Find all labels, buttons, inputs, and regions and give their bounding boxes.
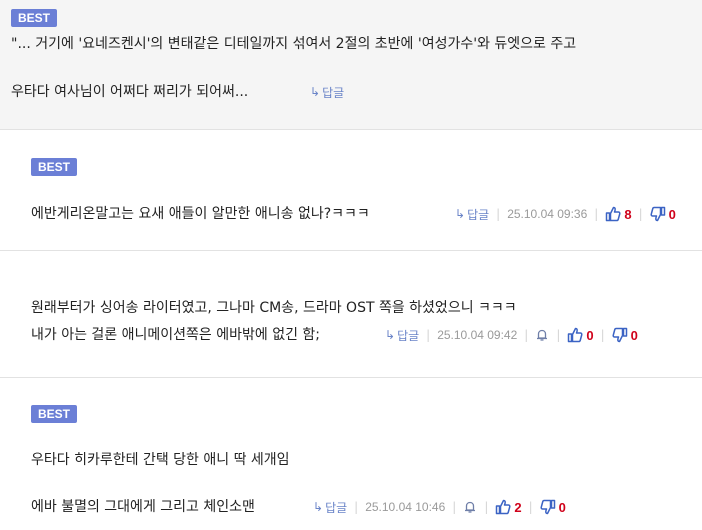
reply-button[interactable]: ↳ 답글 xyxy=(455,206,489,223)
thumbs-up-icon xyxy=(495,499,511,515)
comment-text: 에바 불멸의 그대에게 그리고 체인소맨 xyxy=(31,499,255,515)
bell-icon[interactable] xyxy=(463,500,477,514)
upvote-button[interactable]: 8 xyxy=(605,206,632,222)
separator: | xyxy=(528,500,533,514)
downvote-button[interactable]: 0 xyxy=(612,327,638,343)
reply-button[interactable]: ↳ 답글 xyxy=(313,499,347,516)
comment-text: "... 거기에 '요네즈켄시'의 변태같은 디테일까지 섞여서 2절의 초반에… xyxy=(11,36,577,52)
downvote-button[interactable]: 0 xyxy=(650,206,676,222)
bell-icon[interactable] xyxy=(535,328,549,342)
comment-item: BEST "... 거기에 '요네즈켄시'의 변태같은 디테일까지 섞여서 2절… xyxy=(0,0,702,130)
downvote-button[interactable]: 0 xyxy=(540,499,566,515)
comment-meta: ↳ 답글 | 25.10.04 09:36 | 8 | 0 xyxy=(455,204,676,224)
thumbs-up-icon xyxy=(567,327,583,343)
comment-text: 우타다 여사님이 어쩌다 쩌리가 되어써... xyxy=(11,84,249,100)
best-badge: BEST xyxy=(31,405,78,423)
thumbs-down-icon xyxy=(650,206,666,222)
comment-item: BEST 우타다 히카루한테 간택 당한 애니 딱 세개임 에바 불멸의 그대에… xyxy=(0,378,702,530)
reply-arrow-icon: ↳ xyxy=(455,207,466,221)
reply-arrow-icon: ↳ xyxy=(385,328,396,342)
downvote-count: 0 xyxy=(558,499,566,515)
upvote-count: 0 xyxy=(586,327,594,343)
separator: | xyxy=(600,328,605,342)
thumbs-down-icon xyxy=(612,327,628,343)
comment-meta: ↳ 답글 | 25.10.04 10:46 | | 2 | 0 xyxy=(313,497,566,517)
best-badge: BEST xyxy=(31,158,78,176)
separator: | xyxy=(524,328,529,342)
reply-button[interactable]: ↳ 답글 xyxy=(310,84,344,101)
separator: | xyxy=(594,207,599,221)
separator: | xyxy=(556,328,561,342)
comment-date: 25.10.04 09:42 xyxy=(437,328,518,342)
comment-item: BEST 에반게리온말고는 요새 애들이 알만한 애니송 없나?ㅋㅋㅋ ↳ 답글… xyxy=(0,130,702,251)
reply-label: 답글 xyxy=(467,207,490,222)
downvote-count: 0 xyxy=(630,327,638,343)
comment-date: 25.10.04 09:36 xyxy=(507,207,588,221)
reply-label: 답글 xyxy=(325,500,348,515)
comment-meta: ↳ 답글 xyxy=(310,82,344,102)
separator: | xyxy=(484,500,489,514)
comment-text: 에반게리온말고는 요새 애들이 알만한 애니송 없나?ㅋㅋㅋ xyxy=(31,206,370,222)
reply-arrow-icon: ↳ xyxy=(310,85,321,99)
comment-text: 내가 아는 걸론 애니메이션쪽은 에바밖에 없긴 함; xyxy=(31,327,321,343)
separator: | xyxy=(638,207,643,221)
reply-arrow-icon: ↳ xyxy=(313,500,324,514)
separator: | xyxy=(354,500,359,514)
reply-button[interactable]: ↳ 답글 xyxy=(385,327,419,344)
upvote-button[interactable]: 0 xyxy=(567,327,594,343)
comment-date: 25.10.04 10:46 xyxy=(365,500,446,514)
reply-label: 답글 xyxy=(322,85,345,100)
thumbs-up-icon xyxy=(605,206,621,222)
separator: | xyxy=(496,207,501,221)
thumbs-down-icon xyxy=(540,499,556,515)
upvote-button[interactable]: 2 xyxy=(495,499,522,515)
separator: | xyxy=(452,500,457,514)
best-badge: BEST xyxy=(11,9,58,27)
comment-text: 우타다 히카루한테 간택 당한 애니 딱 세개임 xyxy=(31,452,290,468)
upvote-count: 2 xyxy=(514,499,522,515)
reply-label: 답글 xyxy=(397,328,420,343)
downvote-count: 0 xyxy=(668,206,676,222)
separator: | xyxy=(426,328,431,342)
comment-item: 원래부터가 싱어송 라이터였고, 그나마 CM송, 드라마 OST 쪽을 하셨었… xyxy=(0,251,702,378)
upvote-count: 8 xyxy=(624,206,632,222)
comment-meta: ↳ 답글 | 25.10.04 09:42 | | 0 | 0 xyxy=(385,325,638,345)
comment-text: 원래부터가 싱어송 라이터였고, 그나마 CM송, 드라마 OST 쪽을 하셨었… xyxy=(31,300,517,316)
